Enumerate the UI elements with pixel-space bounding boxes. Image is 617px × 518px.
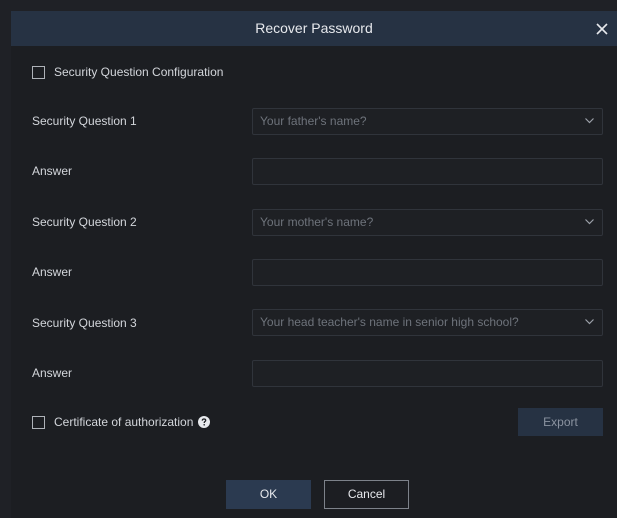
security-question-2-select[interactable]: Your mother's name? xyxy=(252,209,603,236)
recover-password-dialog: Recover Password Security Question Confi… xyxy=(11,11,617,518)
security-question-1-select[interactable]: Your father's name? xyxy=(252,108,603,135)
certificate-checkbox[interactable] xyxy=(32,415,45,429)
certificate-label: Certificate of authorization xyxy=(54,415,194,429)
answer-3-label: Answer xyxy=(32,366,73,380)
security-config-label: Security Question Configuration xyxy=(54,65,224,79)
security-question-3-value: Your head teacher's name in senior high … xyxy=(260,315,519,329)
chevron-down-icon xyxy=(585,118,594,124)
answer-2-label: Answer xyxy=(32,265,73,279)
export-button[interactable]: Export xyxy=(518,408,603,436)
dialog-titlebar: Recover Password xyxy=(11,11,617,46)
security-config-checkbox[interactable] xyxy=(32,65,45,79)
chevron-down-icon xyxy=(585,219,594,225)
dialog-title: Recover Password xyxy=(255,20,373,36)
security-question-2-label: Security Question 2 xyxy=(32,215,137,229)
question-circle-icon[interactable] xyxy=(198,416,211,428)
security-question-1-label: Security Question 1 xyxy=(32,114,137,128)
cancel-button[interactable]: Cancel xyxy=(324,480,409,509)
answer-1-label: Answer xyxy=(32,164,73,178)
chevron-down-icon xyxy=(585,319,594,325)
security-question-1-value: Your father's name? xyxy=(260,114,367,128)
ok-button[interactable]: OK xyxy=(226,480,311,509)
certificate-row: Certificate of authorization xyxy=(32,414,211,430)
security-question-3-label: Security Question 3 xyxy=(32,316,137,330)
close-icon[interactable] xyxy=(592,19,612,39)
security-question-2-value: Your mother's name? xyxy=(260,215,374,229)
answer-1-input[interactable] xyxy=(252,158,603,185)
answer-2-input[interactable] xyxy=(252,259,603,286)
answer-3-input[interactable] xyxy=(252,360,603,387)
security-question-3-select[interactable]: Your head teacher's name in senior high … xyxy=(252,309,603,336)
security-config-row: Security Question Configuration xyxy=(32,64,223,80)
